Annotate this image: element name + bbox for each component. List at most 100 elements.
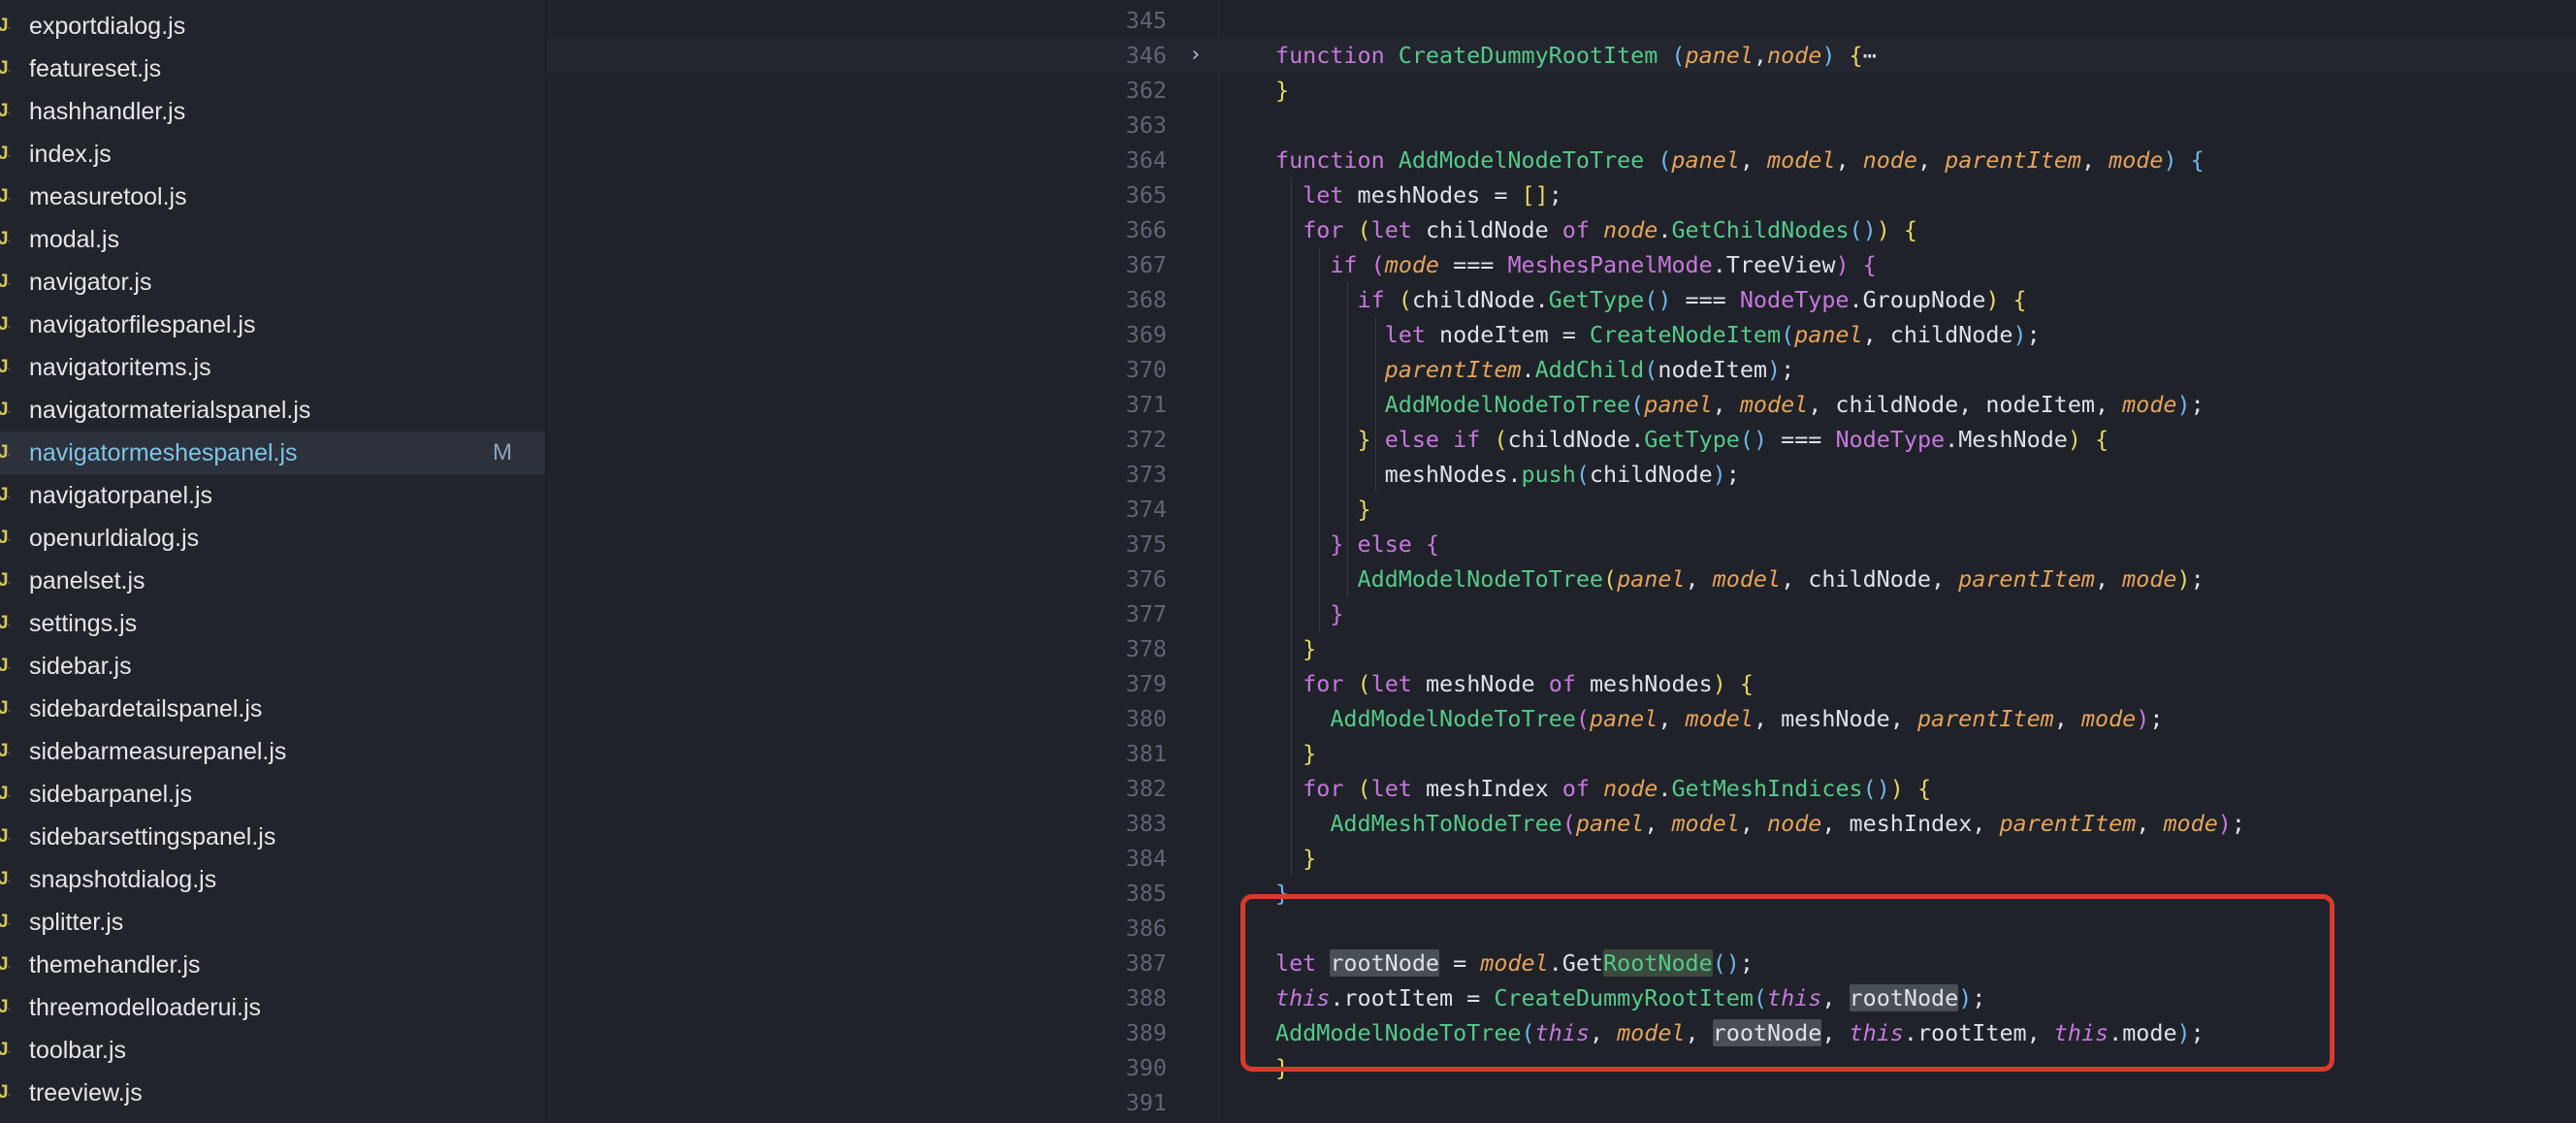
code-token: ; (2149, 705, 2164, 732)
code-text: } (1275, 73, 1289, 108)
code-text: } (1275, 492, 1371, 527)
code-text: } (1275, 736, 1316, 771)
git-status-badge: M (493, 439, 512, 465)
code-token: nodeItem = (1439, 321, 1590, 348)
code-line[interactable]: 362} (546, 73, 2576, 108)
code-editor[interactable]: 345 346 › function CreateDummyRootItem (pan… (546, 0, 2576, 1123)
file-item[interactable]: JS openurldialog.js (0, 517, 545, 560)
file-item[interactable]: JS navigatoritems.js (0, 346, 545, 389)
file-item[interactable]: JS themehandler.js (0, 944, 545, 986)
line-number: 391 (1125, 1089, 1167, 1116)
file-item[interactable]: JS measuretool.js (0, 176, 545, 218)
line-number: 345 (1125, 7, 1167, 34)
line-number: 370 (1125, 356, 1167, 383)
file-item[interactable]: JS sidebarpanel.js (0, 773, 545, 816)
code-line[interactable]: 375 } else { (546, 527, 2576, 562)
code-token: , (1739, 810, 1768, 837)
code-line[interactable]: 378 } (546, 631, 2576, 666)
line-number: 381 (1125, 740, 1167, 767)
file-item[interactable]: JS index.js (0, 133, 545, 176)
code-line[interactable]: 369 let nodeItem = CreateNodeItem(panel,… (546, 317, 2576, 352)
line-number: 368 (1125, 286, 1167, 313)
file-item[interactable]: JS sidebar.js (0, 645, 545, 688)
file-item[interactable]: JS navigatormaterialspanel.js (0, 389, 545, 432)
code-token: , childNode, nodeItem, (1808, 391, 2123, 418)
indent-guide (1375, 317, 1376, 492)
code-line[interactable]: 345 (546, 3, 2576, 38)
code-token: for (1303, 670, 1358, 697)
code-token: MeshesPanelMode (1507, 251, 1713, 278)
code-line[interactable]: 372 } else if (childNode.GetType() === N… (546, 422, 2576, 457)
code-token: ) (1821, 42, 1836, 69)
code-line[interactable]: 377 } (546, 596, 2576, 631)
code-line[interactable]: 382 for (let meshIndex of node.GetMeshIn… (546, 771, 2576, 806)
code-line[interactable]: 363 (546, 108, 2576, 143)
code-token: , (1739, 146, 1768, 174)
code-token: , (1644, 810, 1672, 837)
file-name: sidebarsettingspanel.js (29, 823, 276, 850)
file-item[interactable]: JS featureset.js (0, 48, 545, 90)
line-number: 390 (1125, 1054, 1167, 1081)
file-item[interactable]: JS threemodelloaderui.js (0, 986, 545, 1029)
code-token: { (1903, 216, 1917, 243)
code-token: ( (1630, 391, 1645, 418)
code-line[interactable]: 391 (546, 1085, 2576, 1120)
code-line[interactable]: 381 } (546, 736, 2576, 771)
file-item[interactable]: JS snapshotdialog.js (0, 858, 545, 901)
code-token: , (2095, 565, 2123, 593)
file-item[interactable]: JS navigatormeshespanel.js M (0, 432, 545, 474)
file-item[interactable]: JS hashhandler.js (0, 90, 545, 133)
code-token: { (1849, 42, 1863, 69)
code-token: .MeshNode (1945, 426, 2068, 453)
code-line[interactable]: 374 } (546, 492, 2576, 527)
code-token: parentItem (1999, 810, 2137, 837)
code-line[interactable]: 367 if (mode === MeshesPanelMode.TreeVie… (546, 247, 2576, 282)
code-line[interactable]: 380 AddModelNodeToTree(panel, model, mes… (546, 701, 2576, 736)
code-token: of (1562, 775, 1604, 802)
file-name: snapshotdialog.js (29, 866, 217, 893)
code-line[interactable]: 373 meshNodes.push(childNode); (546, 457, 2576, 492)
file-item[interactable]: JS treeview.js (0, 1072, 545, 1114)
file-item[interactable]: JS toolbar.js (0, 1029, 545, 1072)
file-item[interactable]: JS navigatorfilespanel.js (0, 304, 545, 346)
file-item[interactable]: JS navigator.js (0, 261, 545, 304)
file-item[interactable]: JS splitter.js (0, 901, 545, 944)
code-line[interactable]: 383 AddMeshToNodeTree(panel, model, node… (546, 806, 2576, 841)
code-token: , (1916, 146, 1946, 174)
file-item[interactable]: JS modal.js (0, 218, 545, 261)
code-line[interactable]: 370 parentItem.AddChild(nodeItem); (546, 352, 2576, 387)
code-token: AddMeshToNodeTree (1330, 810, 1562, 837)
code-text: let meshNodes = []; (1275, 177, 1562, 212)
code-text: for (let meshNode of meshNodes) { (1275, 666, 1754, 701)
fold-chevron-icon[interactable]: › (1189, 38, 1202, 73)
code-line[interactable]: 376 AddModelNodeToTree(panel, model, chi… (546, 562, 2576, 596)
code-token: ) (2176, 391, 2191, 418)
file-item[interactable]: JS sidebarsettingspanel.js (0, 816, 545, 858)
file-item[interactable]: JS exportdialog.js (0, 5, 545, 48)
code-line[interactable]: 379 for (let meshNode of meshNodes) { (546, 666, 2576, 701)
code-line[interactable]: 384 } (546, 841, 2576, 876)
code-line[interactable]: 366 for (let childNode of node.GetChildN… (546, 212, 2576, 247)
code-line[interactable]: 371 AddModelNodeToTree(panel, model, chi… (546, 387, 2576, 422)
file-item[interactable]: JS settings.js (0, 602, 545, 645)
file-item[interactable]: JS sidebardetailspanel.js (0, 688, 545, 730)
file-item[interactable]: JS panelset.js (0, 560, 545, 602)
code-token: of (1548, 670, 1590, 697)
code-token: ) (1767, 356, 1782, 383)
code-token: mode (2109, 146, 2164, 174)
code-token: let (1370, 775, 1426, 802)
file-item[interactable]: JS navigatorpanel.js (0, 474, 545, 517)
file-item[interactable]: JS sidebarmeasurepanel.js (0, 730, 545, 773)
code-text: for (let meshIndex of node.GetMeshIndice… (1275, 771, 1931, 806)
code-token: , (1712, 391, 1740, 418)
code-line[interactable]: 346 › function CreateDummyRootItem (panel,… (546, 38, 2576, 73)
code-line[interactable]: 364 function AddModelNodeToTree (panel, m… (546, 143, 2576, 177)
code-line[interactable]: 365 let meshNodes = []; (546, 177, 2576, 212)
code-token: parentItem (1384, 356, 1522, 383)
code-token: === (1439, 251, 1508, 278)
code-line[interactable]: 368 if (childNode.GetType() === NodeType… (546, 282, 2576, 317)
